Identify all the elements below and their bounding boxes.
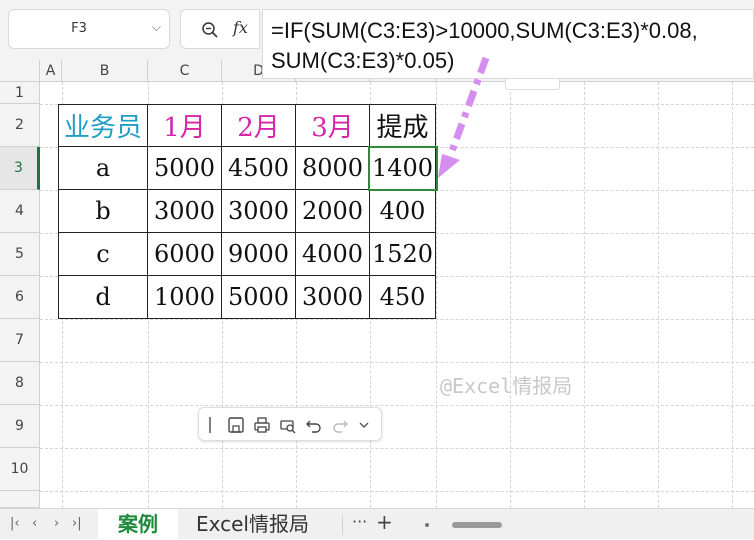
row-header-3[interactable]: 3 <box>0 147 40 190</box>
table-cell[interactable]: 9000 <box>221 232 296 276</box>
more-sheets-button[interactable]: ··· <box>352 512 367 531</box>
prev-sheet-icon[interactable]: ‹ <box>32 516 37 531</box>
table-cell[interactable]: 1520 <box>369 232 436 276</box>
active-cell-border <box>368 146 438 191</box>
grid-line <box>658 82 659 508</box>
grid-line <box>40 362 754 363</box>
divider-handle-icon <box>209 417 211 433</box>
name-box-value: F3 <box>71 21 87 36</box>
add-sheet-button[interactable]: + <box>376 510 393 534</box>
table-header-jan[interactable]: 1月 <box>147 104 222 147</box>
print-preview-icon[interactable] <box>279 415 297 435</box>
grid-line <box>584 82 585 508</box>
row-header-8[interactable]: 8 <box>0 362 40 405</box>
table-cell[interactable]: d <box>58 275 148 319</box>
table-header-feb[interactable]: 2月 <box>221 104 296 147</box>
grid-line <box>732 82 733 508</box>
floating-toolbar <box>198 407 382 441</box>
formula-line-1: =IF(SUM(C3:E3)>10000,SUM(C3:E3)*0.08, <box>271 18 698 43</box>
next-sheet-icon[interactable]: › <box>54 516 59 531</box>
function-tools: fx <box>180 9 260 49</box>
watermark-text: @Excel情报局 <box>440 374 573 398</box>
column-header-b[interactable]: B <box>62 60 148 82</box>
table-cell[interactable]: c <box>58 232 148 276</box>
grid-line <box>40 319 754 320</box>
table-cell[interactable]: 1000 <box>147 275 222 319</box>
zoom-icon[interactable] <box>201 21 219 39</box>
row-header-1[interactable]: 1 <box>0 82 40 104</box>
fx-icon[interactable]: fx <box>233 18 248 37</box>
table-cell[interactable]: 5000 <box>221 275 296 319</box>
column-header-a[interactable]: A <box>40 60 62 82</box>
first-sheet-icon[interactable]: |‹ <box>10 516 20 531</box>
table-header-commission[interactable]: 提成 <box>369 104 436 147</box>
name-box[interactable]: F3 ⌵ <box>8 9 170 49</box>
table-cell[interactable]: 4500 <box>221 146 296 190</box>
table-cell[interactable]: 3000 <box>147 189 222 233</box>
tab-divider <box>342 515 343 535</box>
row-header-10[interactable]: 10 <box>0 448 40 491</box>
sheet-tab-bar: |‹ ‹ › ›| 案例 Excel情报局 ··· + <box>0 508 754 540</box>
sheet-tab-excel[interactable]: Excel情报局 <box>196 509 309 540</box>
table-cell[interactable]: 450 <box>369 275 436 319</box>
chevron-down-icon[interactable]: ⌵ <box>152 20 161 35</box>
horizontal-scrollbar[interactable] <box>424 522 504 528</box>
row-header-6[interactable]: 6 <box>0 276 40 319</box>
table-header-mar[interactable]: 3月 <box>295 104 370 147</box>
row-header-7[interactable]: 7 <box>0 319 40 362</box>
table-cell[interactable]: 3000 <box>221 189 296 233</box>
row-header-9[interactable]: 9 <box>0 405 40 448</box>
table-cell[interactable]: 4000 <box>295 232 370 276</box>
save-icon[interactable] <box>227 415 245 435</box>
row-header-5[interactable]: 5 <box>0 233 40 276</box>
grid-line <box>40 405 754 406</box>
grid-line <box>510 82 511 508</box>
annotation-arrow <box>438 56 490 178</box>
table-cell[interactable]: 400 <box>369 189 436 233</box>
sheet-tab-active[interactable]: 案例 <box>98 509 178 540</box>
table-cell[interactable]: b <box>58 189 148 233</box>
table-cell[interactable]: 6000 <box>147 232 222 276</box>
select-all-corner[interactable] <box>0 60 40 82</box>
grid-line <box>40 448 754 449</box>
column-header-c[interactable]: C <box>148 60 222 82</box>
print-icon[interactable] <box>253 415 271 435</box>
undo-icon[interactable] <box>305 415 323 435</box>
row-header-11 <box>0 491 40 508</box>
chevron-down-icon[interactable] <box>357 415 371 435</box>
table-cell[interactable]: 8000 <box>295 146 370 190</box>
table-cell[interactable]: a <box>58 146 148 190</box>
last-sheet-icon[interactable]: ›| <box>72 516 82 531</box>
row-header-4[interactable]: 4 <box>0 190 40 233</box>
grid-line <box>40 491 754 492</box>
row-header-2[interactable]: 2 <box>0 104 40 147</box>
formula-line-2: SUM(C3:E3)*0.05) <box>271 48 455 73</box>
table-cell[interactable]: 2000 <box>295 189 370 233</box>
redo-icon[interactable] <box>331 415 349 435</box>
table-cell[interactable]: 5000 <box>147 146 222 190</box>
table-cell[interactable]: 3000 <box>295 275 370 319</box>
table-header-salesperson[interactable]: 业务员 <box>58 104 148 147</box>
formula-input[interactable]: =IF(SUM(C3:E3)>10000,SUM(C3:E3)*0.08, SU… <box>262 9 754 79</box>
